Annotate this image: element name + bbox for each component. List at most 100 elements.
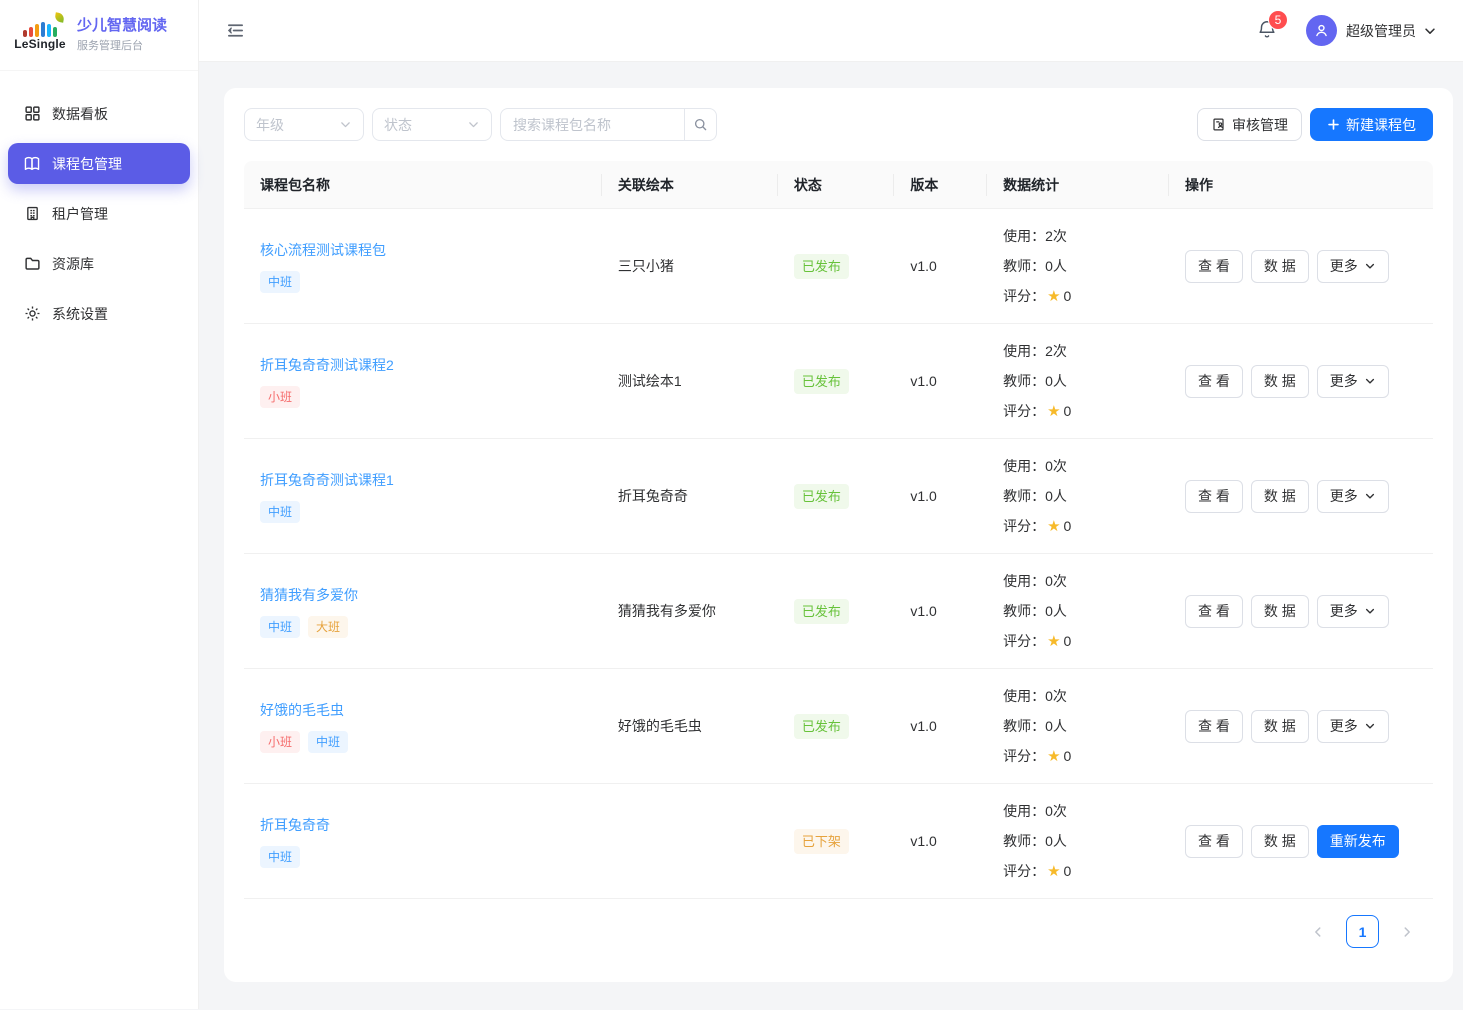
topbar-right: 5 超级管理员: [1256, 15, 1437, 46]
grade-tag: 中班: [308, 731, 348, 753]
menu-fold-icon[interactable]: [223, 19, 247, 43]
grade-tags: 中班: [260, 846, 586, 868]
sidebar-item-course-packages[interactable]: 课程包管理: [8, 143, 190, 184]
folder-icon: [23, 255, 41, 273]
prev-page-icon[interactable]: [1304, 918, 1332, 946]
view-button[interactable]: 查 看: [1185, 480, 1243, 513]
sidebar-item-label: 资源库: [52, 254, 94, 274]
sidebar-menu: 数据看板 课程包管理 租户管理: [0, 71, 198, 356]
package-name-link[interactable]: 猜猜我有多爱你: [260, 585, 358, 605]
brand-logo: LeSingle 少儿智慧阅读 服务管理后台: [0, 0, 198, 71]
sidebar-item-tenants[interactable]: 租户管理: [8, 193, 190, 234]
sidebar-item-settings[interactable]: 系统设置: [8, 293, 190, 334]
package-name-cell: 折耳兔奇奇测试课程1 中班: [244, 470, 602, 523]
data-button[interactable]: 数 据: [1251, 480, 1309, 513]
package-name-link[interactable]: 好饿的毛毛虫: [260, 700, 344, 720]
status-select[interactable]: 状态: [372, 108, 492, 141]
app-root: LeSingle 少儿智慧阅读 服务管理后台 数据看板: [0, 0, 1463, 1009]
package-name-link[interactable]: 折耳兔奇奇: [260, 815, 330, 835]
version-cell: v1.0: [894, 258, 987, 274]
stats-cell: 使用：0次 教师：0人 评分：★0: [987, 451, 1169, 542]
status-badge: 已发布: [794, 714, 849, 739]
main-area: 5 超级管理员 年级: [199, 0, 1463, 1009]
notification-bell-icon[interactable]: 5: [1256, 19, 1280, 43]
actions-cell: 查 看 数 据 重新发布: [1169, 825, 1433, 858]
more-dropdown-button[interactable]: 更多: [1317, 365, 1389, 398]
search-icon: [693, 117, 708, 132]
view-button[interactable]: 查 看: [1185, 365, 1243, 398]
usage-stat: 使用：0次: [1003, 451, 1153, 481]
row-actions: 查 看 数 据 更多: [1185, 710, 1417, 743]
filter-bar: 年级 状态: [244, 108, 1433, 141]
package-name-link[interactable]: 折耳兔奇奇测试课程2: [260, 355, 394, 375]
status-select-placeholder: 状态: [384, 115, 412, 135]
teachers-stat: 教师：0人: [1003, 366, 1153, 396]
status-cell: 已发布: [778, 369, 895, 394]
star-icon: ★: [1047, 403, 1060, 420]
view-button[interactable]: 查 看: [1185, 825, 1243, 858]
star-icon: ★: [1047, 518, 1060, 535]
column-header-name: 课程包名称: [244, 175, 602, 195]
related-book-cell: 三只小猪: [602, 256, 778, 276]
create-package-button[interactable]: 新建课程包: [1310, 108, 1433, 141]
grade-tags: 小班: [260, 386, 586, 408]
view-button[interactable]: 查 看: [1185, 250, 1243, 283]
create-package-label: 新建课程包: [1346, 115, 1416, 135]
version-cell: v1.0: [894, 488, 987, 504]
version-cell: v1.0: [894, 603, 987, 619]
more-dropdown-button[interactable]: 更多: [1317, 480, 1389, 513]
rating-stat: 评分：★0: [1003, 626, 1153, 657]
more-dropdown-button[interactable]: 更多: [1317, 710, 1389, 743]
view-button[interactable]: 查 看: [1185, 595, 1243, 628]
chevron-down-icon[interactable]: [1423, 24, 1437, 38]
data-button[interactable]: 数 据: [1251, 250, 1309, 283]
table-row: 核心流程测试课程包 中班 三只小猪 已发布 v1.0 使用：2次 教师：0人 评…: [244, 209, 1433, 324]
pagination: 1: [244, 899, 1433, 962]
star-icon: ★: [1047, 863, 1060, 880]
related-book-cell: 折耳兔奇奇: [602, 486, 778, 506]
status-cell: 已下架: [778, 829, 895, 854]
data-button[interactable]: 数 据: [1251, 710, 1309, 743]
republish-button[interactable]: 重新发布: [1317, 825, 1399, 858]
row-actions: 查 看 数 据 更多: [1185, 365, 1417, 398]
user-name[interactable]: 超级管理员: [1346, 21, 1416, 41]
data-button[interactable]: 数 据: [1251, 825, 1309, 858]
data-button[interactable]: 数 据: [1251, 595, 1309, 628]
package-name-link[interactable]: 核心流程测试课程包: [260, 240, 386, 260]
package-name-link[interactable]: 折耳兔奇奇测试课程1: [260, 470, 394, 490]
package-name-cell: 折耳兔奇奇测试课程2 小班: [244, 355, 602, 408]
more-dropdown-button[interactable]: 更多: [1317, 595, 1389, 628]
lesingle-logo-icon: LeSingle: [12, 19, 68, 51]
page-number-current[interactable]: 1: [1346, 915, 1379, 948]
grade-tag: 小班: [260, 731, 300, 753]
teachers-stat: 教师：0人: [1003, 711, 1153, 741]
plus-icon: [1327, 118, 1340, 131]
grade-tags: 中班大班: [260, 616, 586, 638]
grade-select[interactable]: 年级: [244, 108, 364, 141]
more-dropdown-button[interactable]: 更多: [1317, 250, 1389, 283]
table-row: 折耳兔奇奇 中班 已下架 v1.0 使用：0次 教师：0人 评分：★0 查 看 …: [244, 784, 1433, 899]
related-book-cell: 测试绘本1: [602, 371, 778, 391]
view-button[interactable]: 查 看: [1185, 710, 1243, 743]
user-avatar[interactable]: [1306, 15, 1337, 46]
next-page-icon[interactable]: [1393, 918, 1421, 946]
content-area: 年级 状态: [199, 62, 1463, 1010]
building-icon: [23, 205, 41, 223]
related-book-cell: 好饿的毛毛虫: [602, 716, 778, 736]
version-cell: v1.0: [894, 373, 987, 389]
stats-cell: 使用：0次 教师：0人 评分：★0: [987, 566, 1169, 657]
rating-stat: 评分：★0: [1003, 741, 1153, 772]
rating-stat: 评分：★0: [1003, 856, 1153, 887]
audit-manage-label: 审核管理: [1232, 115, 1288, 135]
teachers-stat: 教师：0人: [1003, 251, 1153, 281]
row-actions: 查 看 数 据 更多: [1185, 595, 1417, 628]
chevron-down-icon: [467, 118, 480, 131]
chevron-down-icon: [339, 118, 352, 131]
search-input[interactable]: [500, 108, 684, 141]
audit-manage-button[interactable]: 审核管理: [1197, 108, 1302, 141]
search-button[interactable]: [684, 108, 717, 141]
sidebar-item-resources[interactable]: 资源库: [8, 243, 190, 284]
sidebar-item-dashboard[interactable]: 数据看板: [8, 93, 190, 134]
data-button[interactable]: 数 据: [1251, 365, 1309, 398]
course-package-table: 课程包名称 关联绘本 状态 版本 数据统计 操作 核心流程测试课程包 中班 三只…: [244, 161, 1433, 899]
